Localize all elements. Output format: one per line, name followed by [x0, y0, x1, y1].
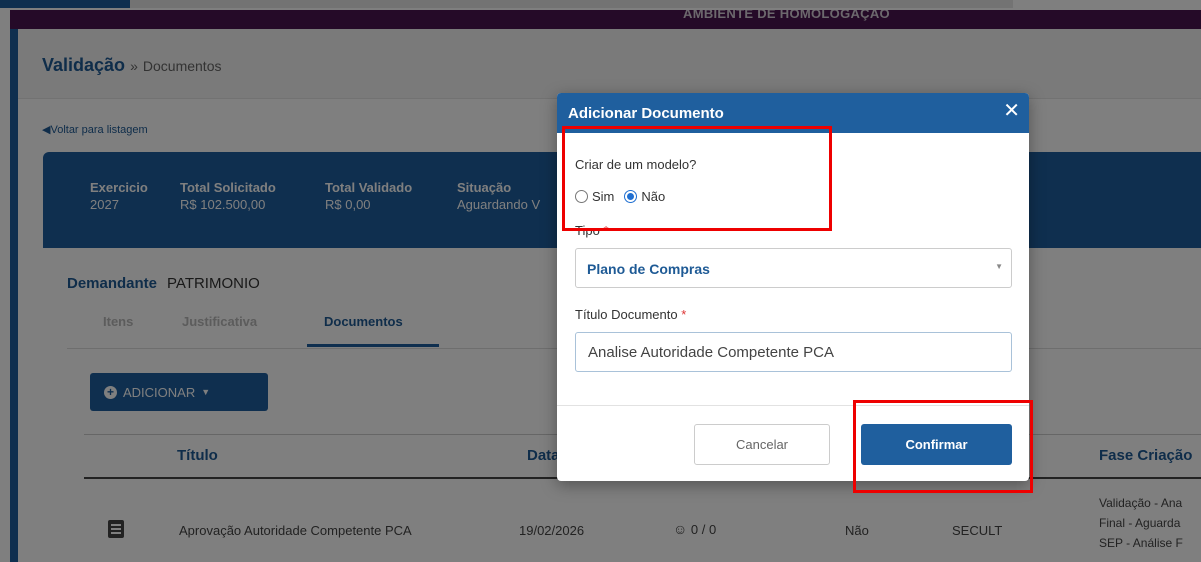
- highlight-box-template-question: [562, 126, 832, 231]
- tipo-select-value: Plano de Compras: [587, 261, 710, 277]
- cancel-button[interactable]: Cancelar: [694, 424, 830, 465]
- titulo-label: Título Documento *: [575, 307, 686, 322]
- close-icon[interactable]: ✕: [1003, 100, 1020, 122]
- screen: AMBIENTE DE HOMOLOGAÇÃO Validação » Docu…: [0, 0, 1201, 562]
- modal-title: Adicionar Documento: [568, 105, 724, 122]
- tipo-select[interactable]: Plano de Compras ▼: [575, 248, 1012, 288]
- chevron-down-icon: ▼: [995, 262, 1003, 271]
- required-mark: *: [681, 307, 687, 322]
- highlight-box-confirm: [853, 400, 1033, 493]
- titulo-documento-input[interactable]: [575, 332, 1012, 372]
- titulo-label-text: Título Documento: [575, 307, 678, 322]
